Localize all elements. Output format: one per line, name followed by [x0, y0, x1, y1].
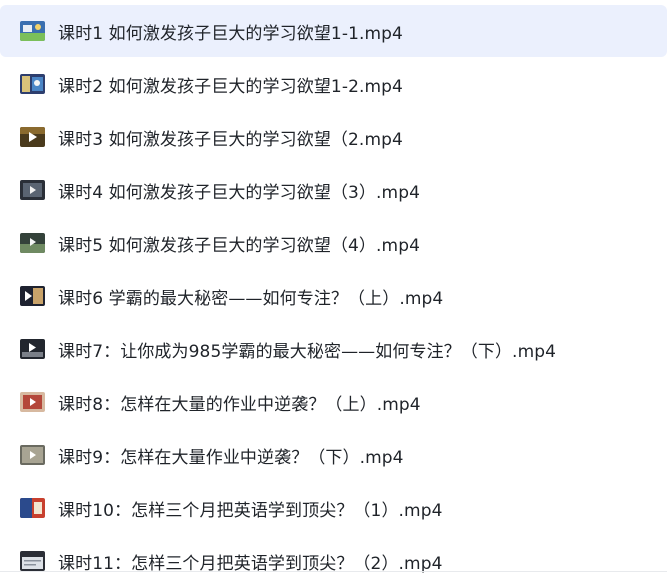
file-row-11[interactable]: 课时11：怎样三个月把英语学到顶尖？（2）.mp4 — [0, 535, 667, 584]
video-thumbnail-icon — [20, 74, 45, 94]
file-row-9[interactable]: 课时9：怎样在大量作业中逆袭？（下）.mp4 — [0, 429, 667, 481]
file-name: 课时5 如何激发孩子巨大的学习欲望（4）.mp4 — [58, 235, 421, 256]
video-thumbnail-icon — [20, 339, 45, 359]
video-thumbnail-icon — [20, 286, 45, 306]
file-name: 课时11：怎样三个月把英语学到顶尖？（2）.mp4 — [58, 553, 443, 574]
file-row-1[interactable]: 课时1 如何激发孩子巨大的学习欲望1-1.mp4 — [0, 5, 667, 57]
file-row-5[interactable]: 课时5 如何激发孩子巨大的学习欲望（4）.mp4 — [0, 217, 667, 269]
file-row-7[interactable]: 课时7：让你成为985学霸的最大秘密——如何专注？（下）.mp4 — [0, 323, 667, 375]
file-row-6[interactable]: 课时6 学霸的最大秘密——如何专注？（上）.mp4 — [0, 270, 667, 322]
video-thumbnail-icon — [20, 551, 45, 571]
video-thumbnail-icon — [20, 445, 45, 465]
file-row-10[interactable]: 课时10：怎样三个月把英语学到顶尖？（1）.mp4 — [0, 482, 667, 534]
file-name: 课时8：怎样在大量的作业中逆袭？（上）.mp4 — [58, 394, 421, 415]
video-thumbnail-icon — [20, 127, 45, 147]
file-row-2[interactable]: 课时2 如何激发孩子巨大的学习欲望1-2.mp4 — [0, 58, 667, 110]
file-name: 课时7：让你成为985学霸的最大秘密——如何专注？（下）.mp4 — [58, 341, 557, 362]
video-thumbnail-icon — [20, 498, 45, 518]
file-row-3[interactable]: 课时3 如何激发孩子巨大的学习欲望（2.mp4 — [0, 111, 667, 163]
file-row-8[interactable]: 课时8：怎样在大量的作业中逆袭？（上）.mp4 — [0, 376, 667, 428]
file-list: 课时1 如何激发孩子巨大的学习欲望1-1.mp4 课时2 如何激发孩子巨大的学习… — [0, 0, 667, 584]
list-bottom-divider — [0, 571, 667, 572]
file-row-4[interactable]: 课时4 如何激发孩子巨大的学习欲望（3）.mp4 — [0, 164, 667, 216]
file-name: 课时10：怎样三个月把英语学到顶尖？（1）.mp4 — [58, 500, 443, 521]
video-thumbnail-icon — [20, 392, 45, 412]
file-name: 课时9：怎样在大量作业中逆袭？（下）.mp4 — [58, 447, 404, 468]
file-name: 课时6 学霸的最大秘密——如何专注？（上）.mp4 — [58, 288, 444, 309]
file-name: 课时1 如何激发孩子巨大的学习欲望1-1.mp4 — [58, 23, 403, 44]
video-thumbnail-icon — [20, 180, 45, 200]
file-name: 课时4 如何激发孩子巨大的学习欲望（3）.mp4 — [58, 182, 421, 203]
video-thumbnail-icon — [20, 21, 45, 41]
video-thumbnail-icon — [20, 233, 45, 253]
file-name: 课时2 如何激发孩子巨大的学习欲望1-2.mp4 — [58, 76, 403, 97]
file-name: 课时3 如何激发孩子巨大的学习欲望（2.mp4 — [58, 129, 403, 150]
